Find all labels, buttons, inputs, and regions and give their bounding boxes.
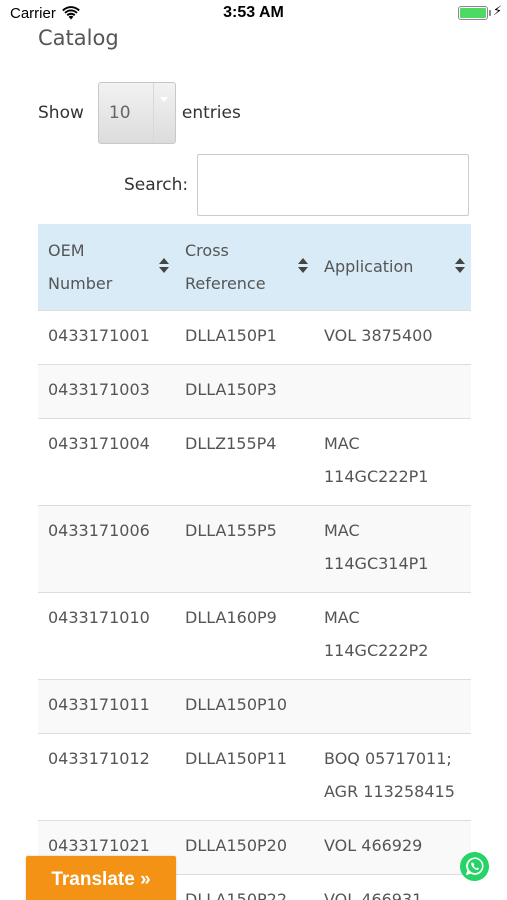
header-line: OEM (48, 240, 85, 260)
application-line: VOL 466931 (324, 889, 423, 900)
search-label: Search: (124, 175, 189, 195)
oem-number-cell: 0433171011 (48, 694, 150, 714)
column-header-oem-number[interactable]: OEM Number (38, 224, 175, 310)
battery-charging-icon (458, 6, 488, 20)
whatsapp-icon[interactable] (459, 851, 490, 882)
table-row: 0433171004 DLLZ155P4 MAC 114GC222P1 (38, 417, 471, 505)
application-line: 114GC314P1 (324, 553, 429, 573)
cross-reference-cell: DLLA150P3 (185, 379, 277, 399)
cross-reference-cell: DLLA150P1 (185, 325, 277, 345)
application-cell: BOQ 05717011; AGR 113258415 (324, 742, 461, 808)
cross-reference-cell: DLLA155P5 (185, 520, 277, 540)
oem-number-cell: 0433171001 (48, 325, 150, 345)
table-row: 0433171001 DLLA150P1 VOL 3875400 (38, 309, 471, 364)
header-line: Application (324, 257, 414, 277)
cross-reference-cell: DLLA150P20 (185, 835, 288, 855)
entries-select-value: 10 (108, 103, 131, 123)
application-cell: MAC 114GC222P1 (324, 427, 461, 493)
application-cell: VOL 3875400 (324, 319, 461, 352)
charging-bolt-icon: ⚡ (493, 4, 503, 19)
application-line: VOL 466929 (324, 835, 423, 855)
cross-reference-cell: DLLA150P10 (185, 694, 288, 714)
entries-select[interactable]: 10 (97, 82, 176, 144)
cross-reference-cell: DLLA150P11 (185, 748, 288, 768)
oem-number-cell: 0433171004 (48, 433, 150, 453)
application-line: 114GC222P1 (324, 466, 429, 486)
show-label: Show (38, 103, 84, 123)
search-control: Search: (124, 154, 470, 216)
table-row: 0433171010 DLLA160P9 MAC 114GC222P2 (38, 591, 471, 679)
table-row: 0433171012 DLLA150P11 BOQ 05717011; AGR 1… (38, 732, 471, 820)
application-line: MAC (324, 607, 360, 627)
application-line: MAC (324, 520, 360, 540)
sort-icon (455, 258, 465, 276)
header-line: Number (48, 273, 113, 293)
clock: 3:53 AM (223, 4, 284, 21)
header-line: Cross (185, 240, 229, 260)
entries-length-control: Show 10 entries (38, 82, 241, 144)
sort-icon (298, 258, 308, 276)
page-title: Catalog (38, 26, 119, 50)
cross-reference-cell: DLLZ155P4 (185, 433, 277, 453)
battery-level-fill (460, 8, 486, 18)
table-row: 0433171006 DLLA155P5 MAC 114GC314P1 (38, 504, 471, 592)
oem-number-cell: 0433171010 (48, 607, 150, 627)
application-cell: MAC 114GC222P2 (324, 601, 461, 667)
application-line: BOQ 05717011; (324, 748, 452, 768)
sort-icon (159, 258, 169, 276)
battery-tip (489, 10, 491, 16)
application-line: AGR 113258415 (324, 781, 455, 801)
oem-number-cell: 0433171006 (48, 520, 150, 540)
table-header-row: OEM Number Cross Reference Application (38, 224, 471, 310)
table-row: 0433171011 DLLA150P10 (38, 678, 471, 733)
column-header-application[interactable]: Application (314, 224, 471, 310)
catalog-table: OEM Number Cross Reference Application 0… (38, 224, 471, 900)
application-cell: MAC 114GC314P1 (324, 514, 461, 580)
application-cell: VOL 466931 (324, 883, 461, 900)
application-line: 114GC222P2 (324, 640, 429, 660)
application-line: MAC (324, 433, 360, 453)
table-row: 0433171003 DLLA150P3 (38, 363, 471, 418)
status-bar: Carrier 3:53 AM ⚡ (0, 0, 507, 28)
translate-button[interactable]: Translate » (26, 856, 176, 900)
cross-reference-cell: DLLA160P9 (185, 607, 277, 627)
cross-reference-cell: DLLA150P22 (185, 889, 288, 900)
header-line: Reference (185, 273, 266, 293)
column-header-cross-reference[interactable]: Cross Reference (175, 224, 314, 310)
application-line: VOL 3875400 (324, 325, 433, 345)
chevron-down-icon (152, 83, 175, 143)
application-cell: VOL 466929 (324, 829, 461, 862)
oem-number-cell: 0433171003 (48, 379, 150, 399)
search-input[interactable] (197, 154, 470, 216)
oem-number-cell: 0433171012 (48, 748, 150, 768)
entries-label: entries (181, 103, 241, 123)
